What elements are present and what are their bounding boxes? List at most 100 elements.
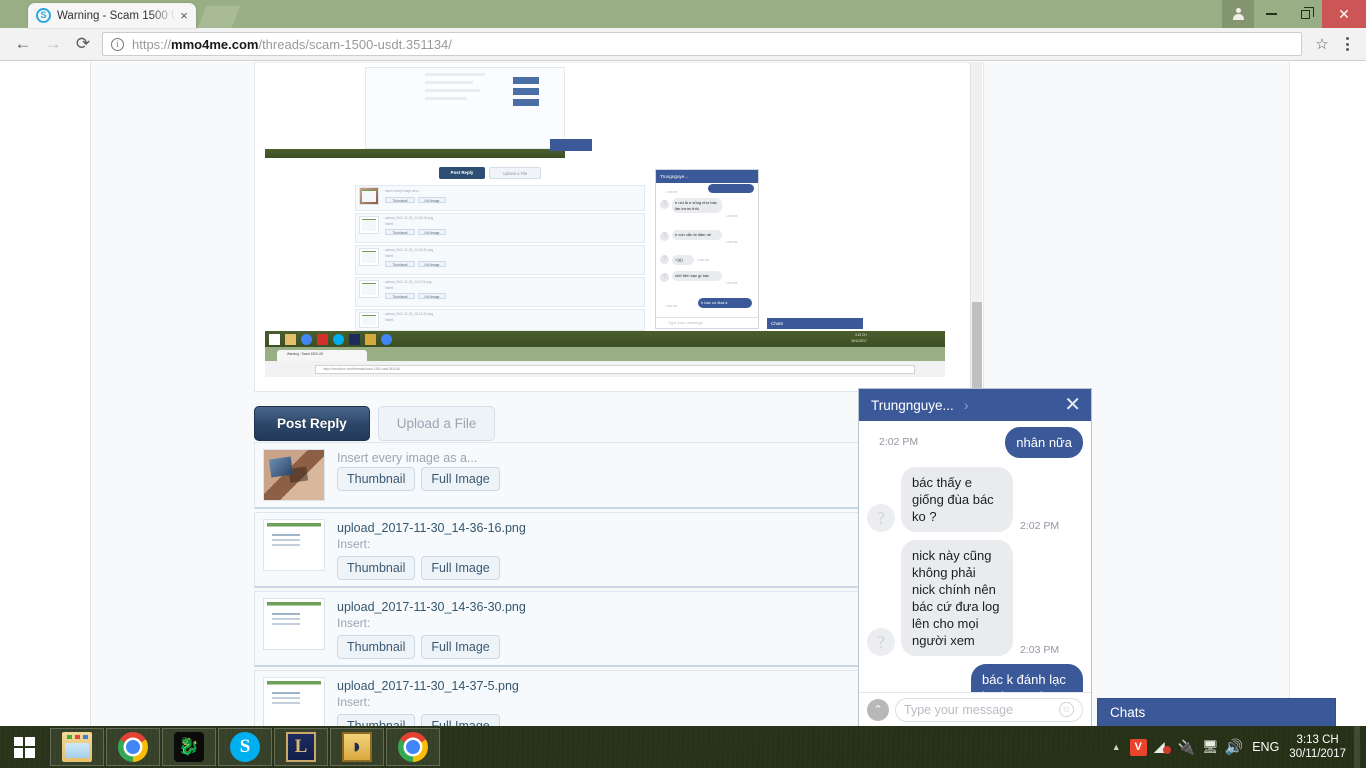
embedded-chat-time-1: 1:58 PM: [726, 240, 738, 244]
language-indicator[interactable]: ENG: [1246, 740, 1289, 754]
league-client-icon: [342, 732, 372, 762]
embedded-chat-bubble-3: chữ tiền bạc gì bác: [672, 271, 722, 281]
start-button[interactable]: [0, 726, 48, 768]
full-image-button[interactable]: Full Image: [421, 467, 500, 491]
embedded-chat-time-4: 1:59 PM: [666, 304, 678, 308]
post-reply-button[interactable]: Post Reply: [254, 405, 370, 441]
clock-date: 30/11/2017: [1289, 748, 1346, 760]
address-bar[interactable]: i https://mmo4me.com/threads/scam-1500-u…: [102, 32, 1302, 56]
taskbar-item-google-chrome[interactable]: [106, 728, 160, 766]
browser-tab[interactable]: S Warning - Scam 1500 USD ×: [28, 3, 196, 28]
browser-tab-strip: S Warning - Scam 1500 USD × ✕: [0, 0, 1366, 28]
skype-favicon: S: [36, 8, 51, 23]
taskbar-item-chrome-window[interactable]: [386, 728, 440, 766]
more-menu-icon[interactable]: [1336, 30, 1358, 58]
attachment-thumbnail-image[interactable]: [263, 519, 325, 571]
minimize-button[interactable]: [1254, 0, 1288, 28]
chats-sidebar-tab[interactable]: Chats: [1097, 698, 1336, 726]
chat-message-partial: 2:02 PM nhân nữa: [867, 427, 1083, 458]
emoji-icon[interactable]: ☺: [1059, 702, 1074, 717]
folder-icon: [62, 732, 92, 762]
full-image-button[interactable]: Full Image: [421, 714, 500, 726]
network-icon[interactable]: [1150, 732, 1174, 762]
chat-message-list[interactable]: 2:02 PM nhân nữa ? bác thấy e giống đùa …: [859, 421, 1091, 692]
attachment-thumbnail-image[interactable]: [263, 598, 325, 650]
embedded-chat-bubble-4: h bác có đưa k: [698, 298, 752, 308]
taskbar-item-league-of-legends[interactable]: [274, 728, 328, 766]
chat-message-input[interactable]: Type your message ☺: [895, 697, 1083, 722]
embedded-att-name-3: upload_2017-11-30_14-37-5.png: [385, 280, 432, 284]
garena-icon: [174, 732, 204, 762]
avatar: ?: [867, 628, 895, 656]
embedded-taskbar-clock: 3:13 CH: [855, 333, 867, 337]
chrome-icon: [398, 732, 428, 762]
tab-close-icon[interactable]: ×: [176, 8, 192, 23]
full-image-button[interactable]: Full Image: [421, 556, 500, 580]
embedded-att-name-1: upload_2017-11-30_14-36-16.png: [385, 216, 434, 220]
attachment-thumbnail-image[interactable]: [263, 449, 325, 501]
thumbnail-button[interactable]: Thumbnail: [337, 714, 416, 726]
show-desktop-button[interactable]: [1354, 726, 1360, 768]
embedded-insert-2: Insert:: [385, 254, 394, 258]
avast-icon[interactable]: V: [1126, 732, 1150, 762]
attachment-thumbnail-image[interactable]: [263, 677, 325, 726]
avatar: ?: [867, 504, 895, 532]
browser-toolbar: ← → ⟳ i https://mmo4me.com/threads/scam-…: [0, 28, 1366, 61]
chat-message-received: ? bác thấy e giống đùa bác ko ? 2:02 PM: [867, 467, 1083, 532]
chat-timestamp: 2:02 PM: [1020, 520, 1060, 532]
taskbar-item-skype[interactable]: [218, 728, 272, 766]
embedded-chat-time-0: 1:58 PM: [726, 214, 738, 218]
embedded-chat-bubble-0: e nói là e cũng như bác lần trước thôi: [672, 198, 722, 213]
chat-input-bar: ⌃ Type your message ☺: [859, 692, 1091, 726]
embedded-screenshot-image[interactable]: Post Reply Upload a File Insert every im…: [254, 62, 984, 392]
site-info-icon[interactable]: i: [111, 37, 124, 51]
forum-thread-page: Post Reply Upload a File Insert every im…: [90, 62, 1290, 726]
taskbar-item-file-explorer[interactable]: [50, 728, 104, 766]
page-viewport: Post Reply Upload a File Insert every im…: [0, 62, 1366, 726]
upload-a-file-button[interactable]: Upload a File: [377, 405, 496, 441]
chevron-right-icon[interactable]: ›: [964, 397, 969, 413]
show-hidden-icons-icon[interactable]: ▲: [1106, 742, 1126, 752]
thumbnail-button[interactable]: Thumbnail: [337, 467, 416, 491]
display-icon[interactable]: 🖥: [1198, 732, 1222, 762]
windows-logo-icon: [13, 736, 35, 758]
clock-time: 3:13 CH: [1296, 734, 1339, 746]
window-controls: ✕: [1222, 0, 1366, 28]
chat-message-received: ? nick này cũng không phải nick chính nê…: [867, 540, 1083, 656]
usb-icon[interactable]: 🔌: [1174, 732, 1198, 762]
thumbnail-button[interactable]: Thumbnail: [337, 635, 416, 659]
new-tab-button[interactable]: [197, 6, 241, 28]
embedded-chat-input: Type your message: [656, 317, 758, 328]
profile-icon[interactable]: [1222, 0, 1254, 28]
maximize-button[interactable]: [1288, 0, 1322, 28]
close-window-button[interactable]: ✕: [1322, 0, 1366, 28]
taskbar-item-league-client[interactable]: [330, 728, 384, 766]
system-tray: ▲ V 🔌 🖥 🔊 ENG 3:13 CH 30/11/2017: [1106, 726, 1366, 768]
embedded-att-name-0: Insert every image as a...: [385, 189, 421, 193]
embedded-thumbnail-btn-1: Thumbnail: [385, 229, 415, 235]
embedded-full-btn-3: Full Image: [418, 293, 446, 299]
skype-icon: [230, 732, 260, 762]
full-image-button[interactable]: Full Image: [421, 635, 500, 659]
chat-close-icon[interactable]: ✕: [1062, 395, 1083, 415]
forward-button[interactable]: →: [38, 30, 68, 58]
thumbnail-button[interactable]: Thumbnail: [337, 556, 416, 580]
embedded-att-name-2: upload_2017-11-30_14-36-30.png: [385, 248, 434, 252]
embedded-full-btn-2: Full Image: [418, 261, 446, 267]
taskbar-item-garena[interactable]: [162, 728, 216, 766]
reload-button[interactable]: ⟳: [68, 30, 98, 58]
embedded-chat-window: Trungnguye... 1:58 PM ? e nói là e cũng …: [655, 169, 759, 329]
chat-expand-up-icon[interactable]: ⌃: [867, 698, 889, 721]
volume-icon[interactable]: 🔊: [1222, 732, 1246, 762]
chat-timestamp: 2:02 PM: [879, 436, 919, 448]
url-text: https://mmo4me.com/threads/scam-1500-usd…: [132, 36, 452, 52]
embedded-insert-1: Insert:: [385, 222, 394, 226]
embedded-post-reply: Post Reply: [439, 167, 485, 179]
clock[interactable]: 3:13 CH 30/11/2017: [1289, 733, 1354, 761]
back-button[interactable]: ←: [8, 30, 38, 58]
facebook-chat-popup: Trungnguye... › ✕ 2:02 PM nhân nữa ? bác…: [858, 388, 1092, 726]
chat-header[interactable]: Trungnguye... › ✕: [859, 389, 1091, 421]
embedded-thumbnail-btn-3: Thumbnail: [385, 293, 415, 299]
bookmark-star-icon[interactable]: ☆: [1308, 30, 1336, 58]
embedded-full-btn-1: Full Image: [418, 229, 446, 235]
